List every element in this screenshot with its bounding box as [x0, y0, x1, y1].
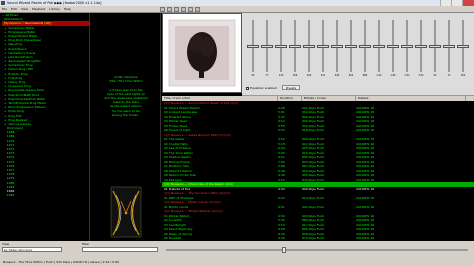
view-label: View — [2, 242, 10, 246]
eq-band-label: 110 — [278, 74, 284, 77]
playlist-cell-dur: 3:30 — [278, 236, 285, 240]
eq-band-label: 440 — [334, 74, 340, 77]
playlist-view[interactable]: Title / track artist Duration Bitrate / Co… — [162, 96, 474, 241]
eq-slider-thumb[interactable] — [429, 44, 441, 48]
album-cover — [162, 13, 242, 93]
vu-meter-graphic — [110, 186, 142, 238]
menu-file[interactable]: File — [2, 7, 7, 11]
play-icon[interactable] — [167, 7, 172, 12]
eq-band-label: 622 — [348, 74, 354, 77]
eq-band-slider[interactable]: 220 — [302, 18, 316, 78]
eq-slider-thumb[interactable] — [359, 44, 371, 48]
eq-band-label: 156 — [292, 74, 298, 77]
eq-band-slider[interactable]: 1.2k — [372, 18, 386, 78]
eq-band-slider[interactable]: 55 — [246, 18, 260, 78]
playlist-cell-title: 06 Farewell — [164, 236, 182, 240]
eq-slider-thumb[interactable] — [443, 44, 455, 48]
eq-slider-thumb[interactable] — [261, 44, 273, 48]
filter-input[interactable] — [82, 247, 158, 252]
status-bar: Nosaura - The Time Within | FLAC | 915 k… — [0, 259, 474, 266]
app-icon — [1, 1, 5, 5]
tree-item[interactable]: 1983 — [2, 193, 89, 197]
vu-meter — [91, 183, 161, 241]
playlist-cell-bit: 879 kbps FLAC — [302, 236, 325, 240]
eq-slider-thumb[interactable] — [457, 44, 469, 48]
presets-button[interactable]: Presets — [282, 85, 300, 90]
filter-label: Filter — [82, 242, 90, 246]
menu-library[interactable]: Library — [49, 7, 60, 11]
eq-band-slider[interactable]: 440 — [330, 18, 344, 78]
eq-band-slider[interactable]: 2.5k — [400, 18, 414, 78]
eq-slider-thumb[interactable] — [387, 44, 399, 48]
eq-band-slider[interactable]: 3.5k — [414, 18, 428, 78]
eq-band-slider[interactable]: 1.8k — [386, 18, 400, 78]
equalizer-enabled-label: Equalizer enabled — [249, 86, 277, 90]
eq-slider-thumb[interactable] — [247, 44, 259, 48]
seek-handle[interactable] — [282, 247, 286, 253]
eq-band-slider[interactable]: 622 — [344, 18, 358, 78]
seek-track[interactable] — [166, 249, 468, 251]
eq-slider-thumb[interactable] — [303, 44, 315, 48]
track-info-panel: Artist / Nosaura Title / The Time Within A… — [91, 13, 161, 183]
eq-band-label: 10k — [460, 74, 466, 77]
eq-band-label: 311 — [320, 74, 326, 77]
eq-band-slider[interactable]: 880 — [358, 18, 372, 78]
library-controls: View by folder structure Filter — [0, 241, 162, 259]
playlist-cell-rest: 44100Hz 16 — [356, 236, 375, 240]
view-select[interactable]: by folder structure — [2, 247, 62, 252]
info-line: among the forest... — [111, 112, 141, 117]
eq-band-label: 7k — [447, 74, 451, 77]
eq-band-slider[interactable]: 110 — [274, 18, 288, 78]
equalizer-panel: 55 77 110 156 220 311 440 622 880 1.2k 1.8k 2.5k 3.5… — [242, 13, 474, 96]
eq-band-label: 880 — [362, 74, 368, 77]
presets-label: Presets — [285, 86, 297, 90]
previous-icon[interactable] — [181, 7, 186, 12]
eq-slider-thumb[interactable] — [373, 44, 385, 48]
eq-band-label: 1.8k — [390, 74, 396, 77]
menu-help[interactable]: Help — [64, 7, 71, 11]
eq-band-slider[interactable]: 10k — [456, 18, 470, 78]
eq-band-label: 77 — [265, 74, 269, 77]
album-art-image — [163, 14, 241, 92]
eq-slider-thumb[interactable] — [345, 44, 357, 48]
menu-playback[interactable]: Playback — [32, 7, 45, 11]
pause-icon[interactable] — [174, 7, 179, 12]
eq-slider-thumb[interactable] — [289, 44, 301, 48]
menu-edit[interactable]: Edit — [11, 7, 17, 11]
menu-view[interactable]: View — [21, 7, 28, 11]
next-icon[interactable] — [188, 7, 193, 12]
eq-slider-thumb[interactable] — [401, 44, 413, 48]
eq-band-slider[interactable]: 156 — [288, 18, 302, 78]
equalizer-enabled-checkbox[interactable]: Equalizer enabled — [246, 86, 277, 90]
eq-band-label: 220 — [306, 74, 312, 77]
eq-slider-thumb[interactable] — [317, 44, 329, 48]
library-tree[interactable]: − All Music [Dashboard] [Symphonic / Neo… — [2, 13, 90, 241]
eq-band-label: 3.5k — [418, 74, 424, 77]
eq-band-label: 2.5k — [404, 74, 410, 77]
playlist-row[interactable]: 06 Farewell 3:30 879 kbps FLAC 44100Hz 16 — [162, 236, 474, 241]
eq-slider-thumb[interactable] — [331, 44, 343, 48]
eq-band-label: 5k — [433, 74, 437, 77]
status-text: Nosaura - The Time Within | FLAC | 915 k… — [3, 260, 119, 264]
eq-band-slider[interactable]: 311 — [316, 18, 330, 78]
eq-band-slider[interactable]: 5k — [428, 18, 442, 78]
eq-slider-thumb[interactable] — [415, 44, 427, 48]
eq-band-slider[interactable]: 77 — [260, 18, 274, 78]
eq-band-slider[interactable]: 7k — [442, 18, 456, 78]
eq-slider-thumb[interactable] — [275, 44, 287, 48]
menu-bar: File Edit View Playback Library Help — [0, 6, 474, 13]
seek-bar[interactable] — [162, 241, 474, 259]
random-icon[interactable] — [195, 7, 200, 12]
eq-band-label: 55 — [251, 74, 255, 77]
eq-band-label: 1.2k — [376, 74, 382, 77]
stop-icon[interactable] — [160, 7, 165, 12]
